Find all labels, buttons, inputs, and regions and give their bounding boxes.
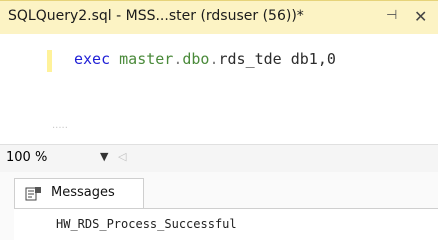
zoom-level[interactable]: 100 % [6,150,47,165]
chevron-down-icon[interactable]: ▼ [100,150,108,163]
procedure-args: db1,0 [281,50,336,68]
keyword-exec: exec [74,50,111,68]
editor-status-bar: 100 % ▼ ◁ [0,144,438,172]
tab-messages[interactable]: Messages [14,178,144,208]
collapsed-region-marker: ..... [52,120,68,131]
code-line[interactable]: exec master.dbo.rds_tde db1,0 [74,50,336,68]
procedure-name: rds_tde [218,50,282,68]
messages-tab-label: Messages [51,185,115,200]
close-icon[interactable]: ✕ [414,7,427,26]
tab-title: SQLQuery2.sql - MSS...ster (rdsuser (56)… [8,8,304,24]
dot-separator: . [209,50,219,68]
messages-output: HW_RDS_Process_Successful [14,208,438,240]
schema-dbo: dbo [182,50,210,68]
object-master: master [119,50,174,68]
query-editor[interactable]: exec master.dbo.rds_tde db1,0 ..... [0,34,438,144]
scroll-left-icon[interactable]: ◁ [118,150,126,163]
query-document-tab[interactable]: SQLQuery2.sql - MSS...ster (rdsuser (56)… [0,0,438,34]
change-marker [47,50,52,72]
pin-icon[interactable]: ⊣ [386,8,397,23]
message-text: HW_RDS_Process_Successful [56,217,237,231]
results-pane: Messages HW_RDS_Process_Successful [0,172,438,240]
messages-icon [25,186,43,206]
document-tab-bar: SQLQuery2.sql - MSS...ster (rdsuser (56)… [0,0,438,34]
